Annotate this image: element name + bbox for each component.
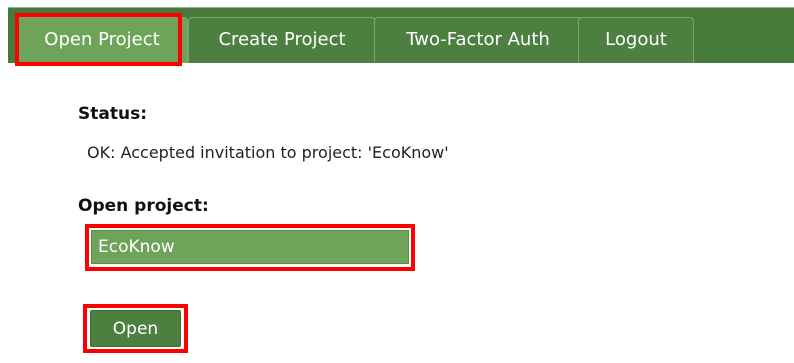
project-name-input[interactable]: [91, 230, 409, 264]
app-root: Open Project Create Project Two-Factor A…: [0, 0, 794, 363]
open-button[interactable]: Open: [90, 310, 181, 347]
tab-two-factor-auth[interactable]: Two-Factor Auth: [374, 17, 582, 63]
status-message: OK: Accepted invitation to project: 'Eco…: [87, 143, 449, 162]
top-navigation-bar: Open Project Create Project Two-Factor A…: [8, 7, 794, 63]
tab-create-project[interactable]: Create Project: [188, 17, 376, 63]
tab-logout[interactable]: Logout: [578, 17, 694, 63]
status-label: Status:: [78, 104, 147, 124]
tab-open-project[interactable]: Open Project: [16, 17, 188, 63]
open-project-label: Open project:: [78, 196, 209, 216]
